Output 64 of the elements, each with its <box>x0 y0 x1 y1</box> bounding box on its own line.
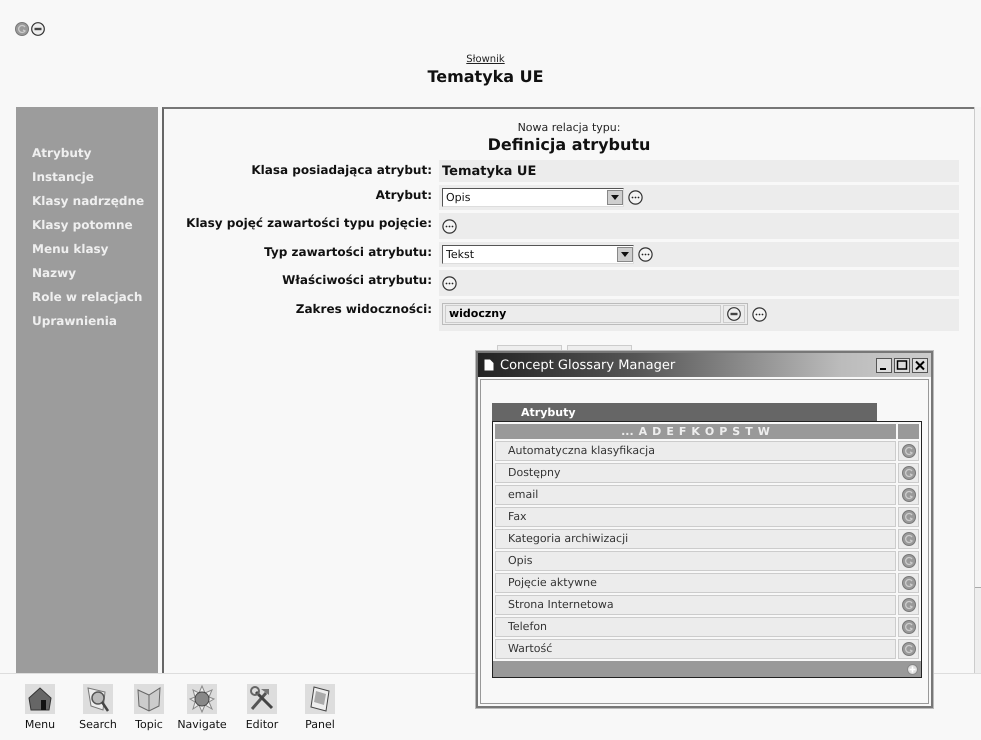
more-icon[interactable] <box>442 276 457 290</box>
swirl-icon[interactable] <box>902 576 916 590</box>
maximize-icon[interactable] <box>894 358 910 372</box>
toolbar-label[interactable]: Search <box>79 718 117 731</box>
toolbar-label[interactable]: Editor <box>246 718 278 731</box>
swirl-icon[interactable] <box>902 466 916 480</box>
list-item[interactable]: Telefon <box>495 617 896 637</box>
field-label: Atrybut: <box>374 187 432 204</box>
house-icon[interactable] <box>25 684 55 714</box>
select-field[interactable]: Tekst <box>442 245 634 264</box>
header-cell <box>898 424 919 439</box>
tools-icon[interactable] <box>247 684 277 714</box>
toolbar-label[interactable]: Panel <box>305 718 335 731</box>
field-label: Właściwości atrybutu: <box>281 272 432 289</box>
scrollbar[interactable] <box>974 107 981 673</box>
more-icon[interactable] <box>752 306 767 322</box>
swirl-icon[interactable] <box>902 620 916 634</box>
more-icon[interactable] <box>638 247 653 262</box>
list-item[interactable]: Wartość <box>495 639 896 659</box>
minimize-icon[interactable] <box>876 358 892 372</box>
toolbar-label[interactable]: Topic <box>135 718 163 731</box>
scrollbar-thumb[interactable] <box>975 107 981 588</box>
toolbar-label[interactable]: Menu <box>24 718 56 731</box>
panel-tab[interactable]: Atrybuty <box>492 403 877 421</box>
toolbar-label[interactable]: Navigate <box>177 718 227 731</box>
book-icon[interactable] <box>134 684 164 714</box>
minus-icon[interactable] <box>31 22 45 36</box>
swirl-icon[interactable] <box>902 554 916 568</box>
swirl-icon[interactable] <box>902 444 916 458</box>
field-value: Tematyka UE <box>442 164 536 178</box>
swirl-icon[interactable] <box>902 642 916 656</box>
swirl-icon[interactable] <box>902 532 916 546</box>
page-title: Tematyka UE <box>427 67 544 86</box>
list-item[interactable]: Dostępny <box>495 463 896 483</box>
field-label: Zakres widoczności: <box>294 301 432 318</box>
search-icon[interactable] <box>83 684 113 714</box>
list-item[interactable]: Fax <box>495 507 896 527</box>
window-title: Concept Glossary Manager <box>500 358 676 372</box>
plus-icon[interactable] <box>907 664 918 674</box>
select-field[interactable]: Opis <box>442 188 624 207</box>
field-label: Typ zawartości atrybutu: <box>263 244 432 261</box>
list-item[interactable]: Strona Internetowa <box>495 595 896 615</box>
swirl-icon[interactable] <box>15 22 29 36</box>
swirl-icon[interactable] <box>902 488 916 502</box>
form-subtitle: Nowa relacja typu: <box>518 121 620 134</box>
swirl-icon[interactable] <box>902 598 916 612</box>
list-item[interactable]: Pojęcie aktywne <box>495 573 896 593</box>
swirl-icon[interactable] <box>902 510 916 524</box>
tablet-icon[interactable] <box>305 684 335 714</box>
field-label: Klasy pojęć zawartości typu pojęcie: <box>185 215 432 232</box>
more-icon[interactable] <box>442 218 457 234</box>
list-item[interactable]: Kategoria archiwizacji <box>495 529 896 549</box>
globe-icon[interactable] <box>187 684 217 714</box>
list-item[interactable]: Automatyczna klasyfikacja <box>495 441 896 461</box>
minus-icon[interactable] <box>727 307 741 321</box>
field-label: Klasa posiadająca atrybut: <box>250 162 432 179</box>
list-box[interactable]: widoczny <box>442 303 748 325</box>
close-icon[interactable] <box>912 358 928 372</box>
breadcrumb-link[interactable]: Słownik <box>466 54 505 65</box>
list-item[interactable]: Opis <box>495 551 896 571</box>
list-item[interactable]: email <box>495 485 896 505</box>
document-icon <box>484 359 494 371</box>
more-icon[interactable] <box>628 190 643 205</box>
form-title: Definicja atrybutu <box>488 135 650 154</box>
